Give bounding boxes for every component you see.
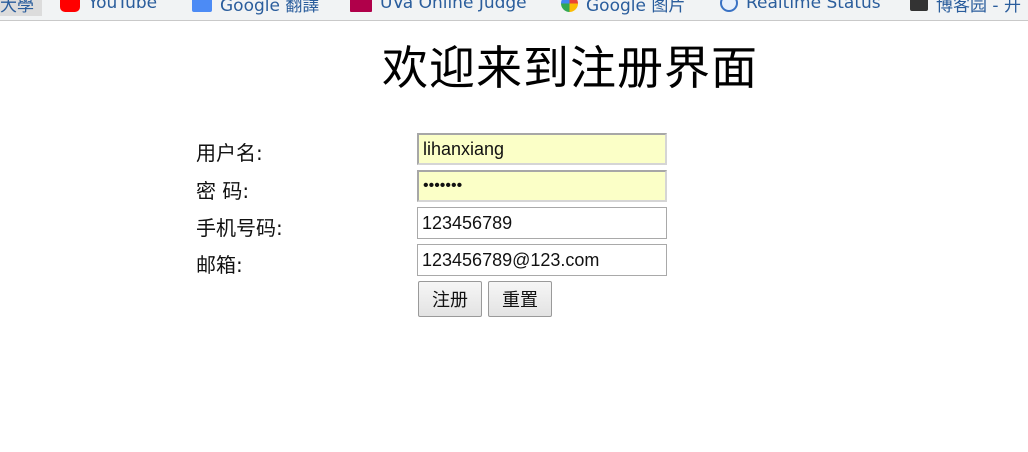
bookmark-label: Realtime Status xyxy=(746,0,881,13)
password-label: 密 码: xyxy=(196,179,250,203)
bookmark-realtime-status[interactable]: Realtime Status xyxy=(720,0,881,16)
email-input[interactable]: 123456789@123.com xyxy=(417,244,667,276)
bookmark-label: 大學 xyxy=(0,0,42,16)
bookmark-uva[interactable]: UVa Online Judge xyxy=(350,0,527,16)
youtube-icon xyxy=(60,0,80,12)
realtime-icon xyxy=(720,0,738,12)
bookmark-youtube[interactable]: YouTube xyxy=(60,0,157,16)
bookmark-google-images[interactable]: Google 图片 xyxy=(561,0,685,16)
bookmark-label: Google 图片 xyxy=(586,0,686,16)
phone-input[interactable]: 123456789 xyxy=(417,207,667,239)
uva-icon xyxy=(350,0,372,12)
email-label: 邮箱: xyxy=(196,253,243,277)
bookmark-label: UVa Online Judge xyxy=(380,0,527,13)
bookmark-university[interactable]: 大學 xyxy=(0,0,42,16)
blog-icon xyxy=(910,0,928,11)
reset-button[interactable]: 重置 xyxy=(488,281,552,317)
phone-label: 手机号码: xyxy=(196,216,283,240)
bookmark-blog[interactable]: 博客园 - 开 xyxy=(910,0,1021,16)
username-input[interactable]: lihanxiang xyxy=(417,133,667,165)
page-title: 欢迎来到注册界面 xyxy=(382,41,758,95)
bookmark-label: Google 翻譯 xyxy=(220,0,320,16)
password-input[interactable]: ••••••• xyxy=(417,170,667,202)
google-icon xyxy=(561,0,578,12)
bookmark-google-translate[interactable]: Google 翻譯 xyxy=(192,0,319,16)
register-button[interactable]: 注册 xyxy=(418,281,482,317)
translate-icon xyxy=(192,0,212,12)
username-label: 用户名: xyxy=(196,141,263,165)
bookmark-label: 博客园 - 开 xyxy=(936,0,1021,16)
bookmarks-bar: 大學 YouTube Google 翻譯 UVa Online Judge Go… xyxy=(0,0,1028,21)
bookmark-label: YouTube xyxy=(88,0,158,13)
